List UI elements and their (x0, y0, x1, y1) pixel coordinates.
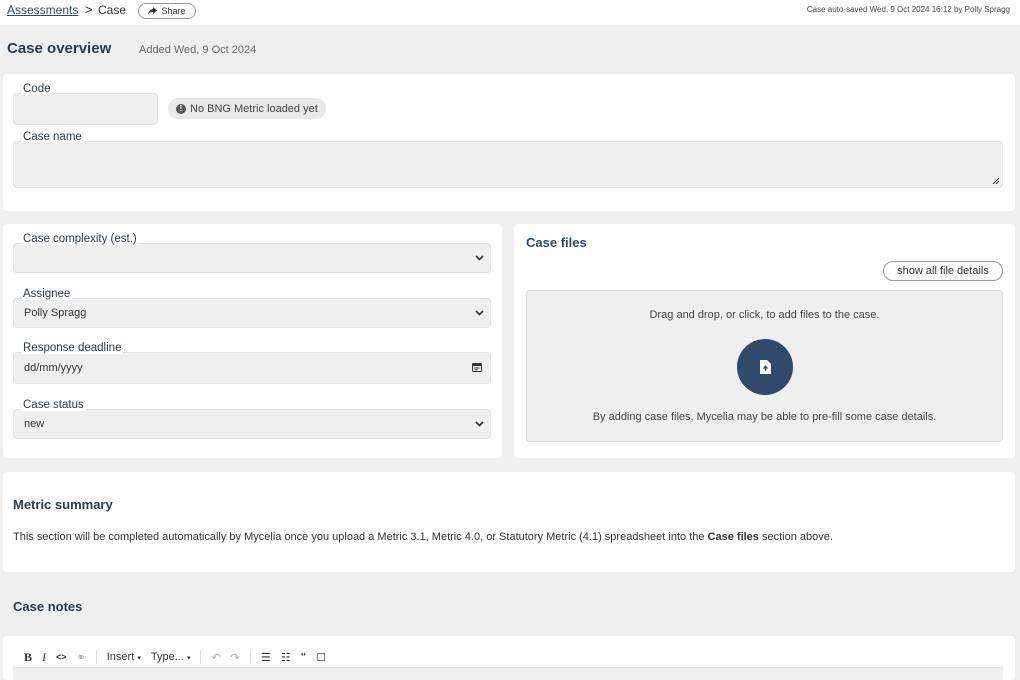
assignee-select[interactable]: Polly Spragg (13, 298, 491, 328)
code-label: Code (21, 83, 53, 95)
italic-button[interactable]: I (42, 650, 46, 665)
chevron-down-icon (475, 419, 484, 429)
dropzone-instruction: Drag and drop, or click, to add files to… (649, 309, 880, 321)
case-name-label: Case name (21, 131, 84, 143)
metric-status-badge: ! No BNG Metric loaded yet (168, 98, 326, 119)
redo-icon[interactable]: ↷ (231, 651, 240, 664)
page-title: Case overview (7, 40, 112, 57)
caret-down-icon: ▾ (186, 655, 191, 662)
share-label: Share (161, 6, 186, 16)
toolbar-divider (95, 650, 97, 664)
fullscreen-icon[interactable]: ☐ (316, 651, 326, 664)
bold-button[interactable]: B (24, 650, 32, 665)
link-icon[interactable]: ⚭ (77, 651, 86, 664)
code-input[interactable] (13, 93, 158, 125)
case-notes-editor[interactable] (13, 667, 1003, 680)
bullet-list-icon[interactable]: ☰ (261, 651, 271, 664)
share-arrow-icon (148, 7, 158, 15)
deadline-date-input[interactable]: dd/mm/yyyy (13, 352, 491, 384)
top-bar: Assessments > Case Share Case auto-saved… (0, 0, 1020, 25)
assignee-label: Assignee (21, 288, 73, 300)
case-properties-card: Case complexity (est.) Polly Spragg Assi… (3, 224, 502, 458)
complexity-select[interactable] (13, 243, 491, 273)
blockquote-icon[interactable]: “ (301, 651, 307, 663)
insert-dropdown[interactable]: Insert ▾ (107, 651, 141, 663)
calendar-icon[interactable] (472, 362, 482, 374)
case-files-title: Case files (526, 235, 587, 250)
metric-summary-title: Metric summary (13, 497, 113, 512)
deadline-label: Response deadline (21, 342, 124, 354)
file-upload-icon (760, 360, 771, 374)
toolbar-divider (249, 650, 251, 664)
breadcrumb-assessments-link[interactable]: Assessments (7, 3, 78, 17)
case-name-textarea[interactable] (13, 141, 1003, 188)
code-button[interactable]: <> (56, 652, 67, 662)
metric-summary-card (3, 472, 1015, 572)
upload-file-button[interactable] (737, 339, 793, 395)
dropzone-prefill-note: By adding case files, Mycelia may be abl… (592, 411, 937, 423)
status-label: Case status (21, 399, 86, 411)
chevron-down-icon (475, 253, 484, 263)
chevron-down-icon (475, 308, 484, 318)
metric-summary-description: This section will be completed automatic… (13, 531, 833, 543)
toolbar-divider (200, 650, 202, 664)
info-icon: ! (176, 103, 186, 114)
file-dropzone[interactable]: Drag and drop, or click, to add files to… (526, 290, 1003, 442)
case-details-card: Code Case name (3, 74, 1015, 211)
editor-toolbar: B I <> ⚭ Insert ▾ Type... ▾ ↶ ↷ ☰ ☷ “ ☐ (13, 646, 1003, 668)
share-button[interactable]: Share (138, 3, 196, 19)
show-all-file-details-button[interactable]: show all file details (883, 261, 1003, 281)
type-dropdown[interactable]: Type... ▾ (151, 651, 191, 663)
resize-handle-icon[interactable] (992, 177, 999, 184)
undo-icon[interactable]: ↶ (211, 651, 220, 664)
case-notes-title: Case notes (13, 599, 83, 614)
autosave-status: Case auto-saved Wed, 9 Oct 2024 16:12 by… (806, 5, 1010, 14)
caret-down-icon: ▾ (137, 655, 141, 662)
breadcrumb-separator: > (85, 2, 93, 17)
numbered-list-icon[interactable]: ☷ (281, 651, 291, 664)
status-select[interactable]: new (13, 409, 491, 439)
page-added-date: Added Wed, 9 Oct 2024 (139, 44, 257, 56)
complexity-label: Case complexity (est.) (21, 233, 139, 245)
breadcrumb-current: Case (98, 3, 127, 17)
